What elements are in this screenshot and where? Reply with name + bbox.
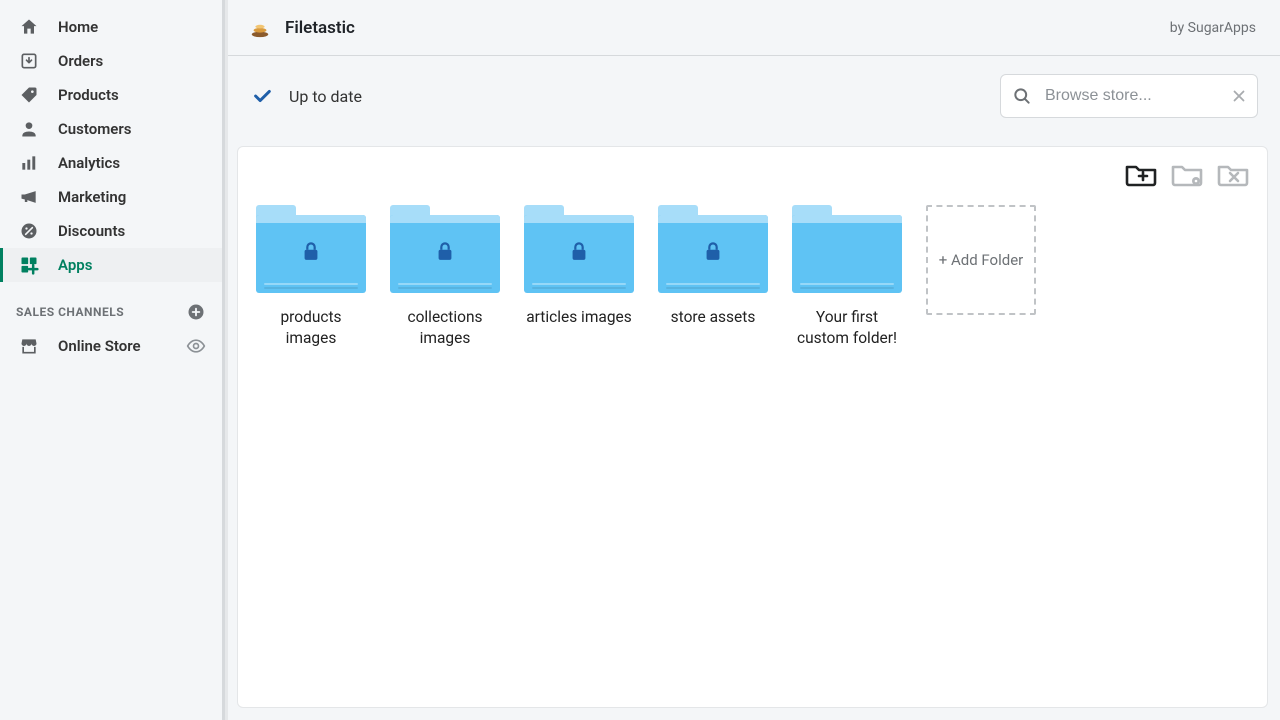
lock-icon	[300, 241, 322, 263]
search-icon	[1012, 86, 1032, 106]
sidebar-item-label: Discounts	[58, 222, 125, 240]
sidebar-item-label: Marketing	[58, 188, 126, 206]
folder-articles-images[interactable]: articles images	[524, 205, 634, 349]
lock-icon	[568, 241, 590, 263]
sidebar-item-label: Orders	[58, 52, 103, 70]
sidebar-item-label: Products	[58, 86, 119, 104]
folder-icon	[256, 205, 366, 293]
folder-label: collections images	[390, 307, 500, 349]
sidebar-item-analytics[interactable]: Analytics	[0, 146, 222, 180]
folder-collections-images[interactable]: collections images	[390, 205, 500, 349]
folders-grid: products images collections images	[256, 161, 1249, 349]
folder-label: Your first custom folder!	[792, 307, 902, 349]
status-text: Up to date	[289, 87, 362, 106]
folder-settings-icon[interactable]	[1171, 161, 1203, 187]
add-folder-label: + Add Folder	[939, 250, 1024, 270]
store-icon	[18, 336, 40, 356]
folder-products-images[interactable]: products images	[256, 205, 366, 349]
analytics-icon	[18, 153, 40, 173]
add-folder-button[interactable]: + Add Folder	[926, 205, 1036, 315]
folder-icon	[390, 205, 500, 293]
folder-store-assets[interactable]: store assets	[658, 205, 768, 349]
tag-icon	[18, 85, 40, 105]
sales-channels-header: SALES CHANNELS	[0, 282, 222, 330]
clear-search-icon[interactable]	[1230, 87, 1248, 105]
folder-custom[interactable]: Your first custom folder!	[792, 205, 902, 349]
lock-icon	[434, 241, 456, 263]
statusbar: Up to date	[225, 56, 1280, 136]
app-title: Filetastic	[285, 18, 355, 38]
view-store-icon[interactable]	[186, 336, 206, 356]
sidebar-item-label: Home	[58, 18, 98, 36]
sidebar-item-label: Customers	[58, 120, 131, 138]
sidebar-item-discounts[interactable]: Discounts	[0, 214, 222, 248]
channel-label: Online Store	[58, 337, 141, 355]
vendor-label: by SugarApps	[1170, 20, 1256, 36]
sidebar-item-apps[interactable]: Apps	[0, 248, 222, 282]
lock-icon	[702, 241, 724, 263]
folder-icon	[524, 205, 634, 293]
channel-online-store[interactable]: Online Store	[0, 330, 222, 362]
apps-icon	[18, 255, 40, 275]
person-icon	[18, 119, 40, 139]
folder-icon	[658, 205, 768, 293]
content-card: products images collections images	[237, 146, 1268, 708]
megaphone-icon	[18, 187, 40, 207]
sidebar-item-customers[interactable]: Customers	[0, 112, 222, 146]
search-input[interactable]	[1000, 74, 1258, 118]
sidebar: Home Orders Products Customers Analytics	[0, 0, 225, 720]
sidebar-item-home[interactable]: Home	[0, 10, 222, 44]
folder-label: store assets	[671, 307, 756, 328]
sidebar-item-label: Apps	[58, 256, 92, 274]
sidebar-item-marketing[interactable]: Marketing	[0, 180, 222, 214]
folder-icon	[792, 205, 902, 293]
section-label: SALES CHANNELS	[16, 305, 124, 319]
add-channel-icon[interactable]	[186, 302, 206, 322]
check-icon	[251, 85, 273, 107]
main: Filetastic by SugarApps Up to date	[225, 0, 1280, 720]
search-wrap	[1000, 74, 1258, 118]
orders-icon	[18, 51, 40, 71]
card-actions	[1125, 161, 1249, 187]
new-folder-icon[interactable]	[1125, 161, 1157, 187]
sidebar-item-orders[interactable]: Orders	[0, 44, 222, 78]
discount-icon	[18, 221, 40, 241]
folder-label: articles images	[526, 307, 632, 328]
delete-folder-icon[interactable]	[1217, 161, 1249, 187]
home-icon	[18, 17, 40, 37]
folder-label: products images	[256, 307, 366, 349]
app-logo-icon	[249, 17, 271, 39]
sidebar-item-label: Analytics	[58, 154, 120, 172]
topbar: Filetastic by SugarApps	[225, 0, 1280, 56]
sidebar-item-products[interactable]: Products	[0, 78, 222, 112]
